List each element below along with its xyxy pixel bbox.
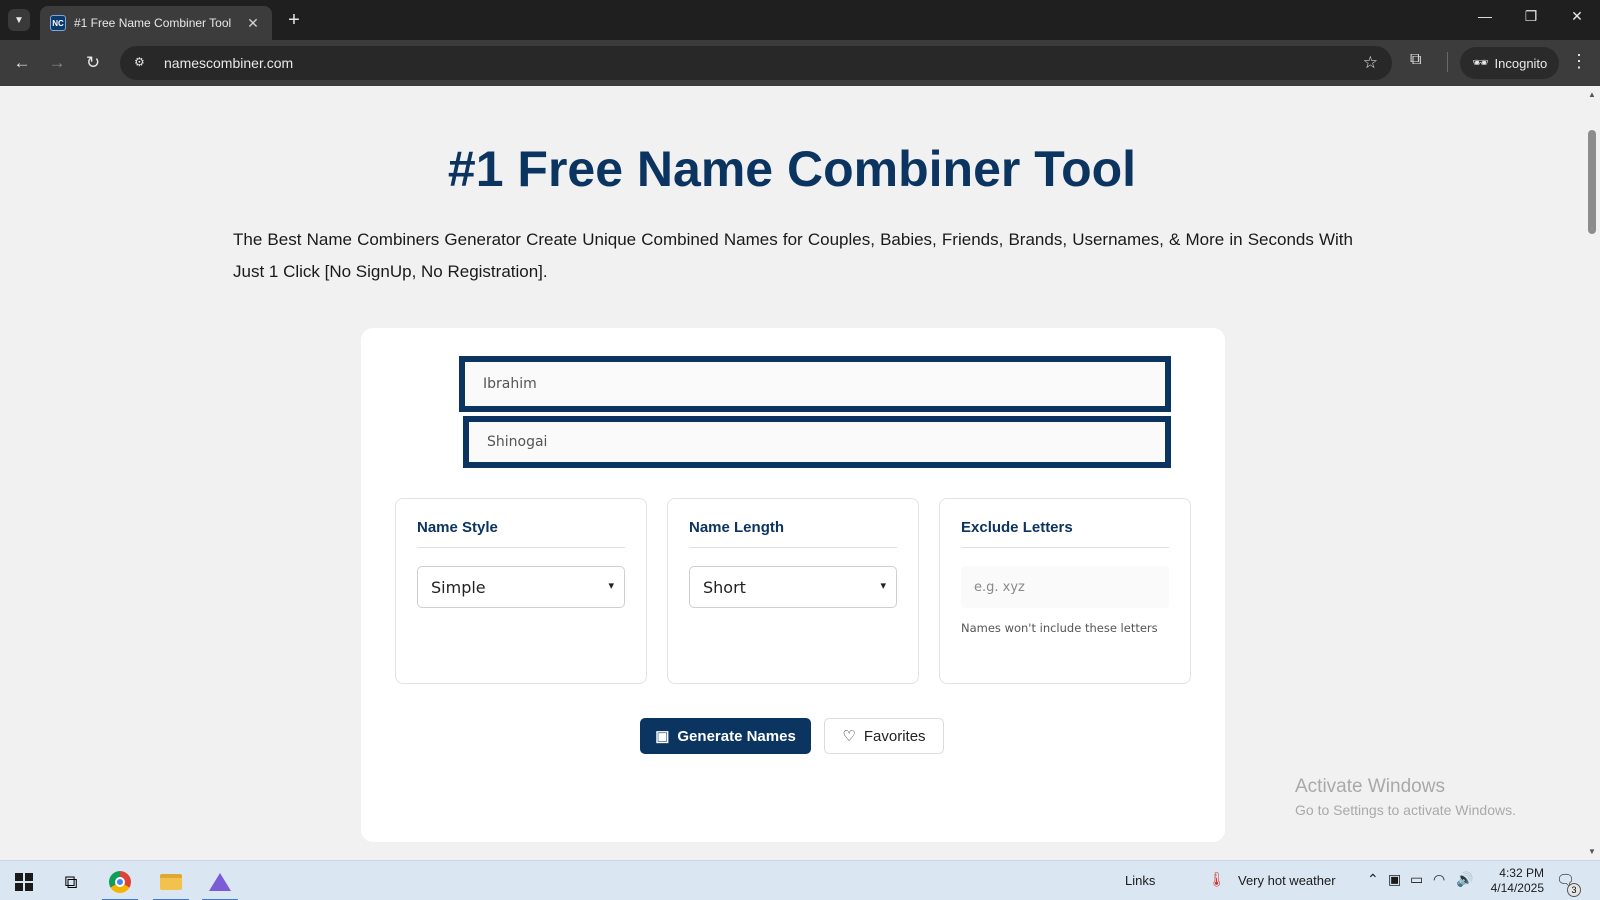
reload-icon[interactable]: ↻ <box>81 51 105 75</box>
scroll-thumb[interactable] <box>1588 130 1596 234</box>
page-title: #1 Free Name Combiner Tool <box>447 141 1137 197</box>
activate-windows-title: Activate Windows <box>1295 776 1445 797</box>
url-text[interactable]: namescombiner.com <box>164 55 1363 71</box>
name-style-label: Name Style <box>417 519 498 536</box>
back-arrow-icon[interactable]: ← <box>10 51 34 75</box>
links-toolbar[interactable]: Links <box>1125 873 1155 888</box>
site-favicon-icon: NC <box>50 15 66 31</box>
chevron-up-icon[interactable]: ⌃ <box>1367 871 1379 888</box>
divider <box>961 547 1169 548</box>
intro-paragraph: The Best Name Combiners Generator Create… <box>233 230 1353 281</box>
chevron-down-icon: ▾ <box>608 579 614 592</box>
favorites-button[interactable]: ♡ Favorites <box>824 718 944 754</box>
thermometer-icon: 🌡 <box>1208 871 1226 887</box>
generate-names-button[interactable]: ▣ Generate Names <box>640 718 811 754</box>
battery-icon[interactable]: ▭ <box>1410 871 1423 888</box>
exclude-letters-label: Exclude Letters <box>961 519 1073 536</box>
name-length-panel: Name Length Short ▾ <box>667 498 919 684</box>
name-style-panel: Name Style Simple ▾ <box>395 498 647 684</box>
combiner-card: Ibrahim Shinogai Name Style Simple ▾ Nam… <box>361 328 1225 842</box>
browser-toolbar: ← → ↻ ⚙ namescombiner.com ☆ ⧉ 🕶 Incognit… <box>0 40 1600 86</box>
address-bar[interactable]: ⚙ namescombiner.com ☆ <box>120 46 1392 80</box>
incognito-badge[interactable]: 🕶 Incognito <box>1460 47 1560 79</box>
first-name-input[interactable]: Ibrahim <box>459 356 1171 412</box>
clock-time: 4:32 PM <box>1499 866 1544 880</box>
activate-windows-subtitle: Go to Settings to activate Windows. <box>1295 802 1516 818</box>
generate-names-label: Generate Names <box>677 727 796 745</box>
divider <box>417 547 625 548</box>
new-tab-plus-icon[interactable]: + <box>282 8 306 32</box>
exclude-letters-input[interactable]: e.g. xyz <box>961 566 1169 608</box>
windows-start-icon[interactable] <box>4 867 44 897</box>
minimize-icon[interactable]: — <box>1473 8 1497 24</box>
second-name-input[interactable]: Shinogai <box>463 416 1171 468</box>
task-view-icon[interactable]: ⧉ <box>51 867 91 897</box>
scroll-down-icon[interactable]: ▼ <box>1588 847 1596 856</box>
photos-app-icon[interactable] <box>200 867 240 900</box>
file-explorer-icon[interactable] <box>151 867 191 900</box>
divider <box>689 547 897 548</box>
notification-count-badge: 3 <box>1567 883 1581 897</box>
meet-now-icon[interactable]: ▣ <box>1388 871 1401 888</box>
restore-icon[interactable]: ❐ <box>1519 8 1543 25</box>
incognito-label: Incognito <box>1494 55 1548 71</box>
clock-date: 4/14/2025 <box>1490 881 1544 895</box>
tab-close-icon[interactable]: ✕ <box>244 15 262 32</box>
exclude-letters-panel: Exclude Letters e.g. xyz Names won't inc… <box>939 498 1191 684</box>
favorites-label: Favorites <box>863 727 926 745</box>
browser-menu-icon[interactable]: ⋮ <box>1570 51 1588 72</box>
name-length-select[interactable]: Short ▾ <box>689 566 897 608</box>
windows-taskbar: ⧉ Links 🌡 Very hot weather ⌃ ▣ ▭ ◠ 🔊 4:3… <box>0 860 1600 900</box>
scroll-up-icon[interactable]: ▲ <box>1588 90 1596 99</box>
toolbar-divider <box>1447 52 1448 72</box>
weather-text[interactable]: Very hot weather <box>1238 873 1336 888</box>
chrome-taskbar-icon[interactable] <box>100 867 140 900</box>
volume-icon[interactable]: 🔊 <box>1456 871 1473 888</box>
page-viewport: #1 Free Name Combiner Tool The Best Name… <box>0 86 1584 860</box>
incognito-icon: 🕶 <box>1472 55 1489 70</box>
name-style-value: Simple <box>431 577 486 597</box>
browser-tabbar: ▼ NC #1 Free Name Combiner Tool ✕ + — ❐ … <box>0 0 1600 40</box>
forward-arrow-icon[interactable]: → <box>45 51 69 75</box>
magic-wand-icon: ▣ <box>655 728 670 745</box>
site-info-icon[interactable]: ⚙ <box>134 55 150 71</box>
name-length-label: Name Length <box>689 519 785 536</box>
tab-search-chevron-icon[interactable]: ▼ <box>8 9 30 31</box>
tab-title: #1 Free Name Combiner Tool <box>74 16 232 30</box>
heart-icon: ♡ <box>842 728 856 745</box>
system-clock[interactable]: 4:32 PM 4/14/2025 <box>1484 866 1544 896</box>
close-window-icon[interactable]: ✕ <box>1565 8 1589 25</box>
page-scrollbar[interactable]: ▲ ▼ <box>1584 86 1600 860</box>
extensions-puzzle-icon[interactable]: ⧉ <box>1410 51 1421 69</box>
chevron-down-icon: ▾ <box>880 579 886 592</box>
name-length-value: Short <box>703 577 746 597</box>
bookmark-star-icon[interactable]: ☆ <box>1363 53 1378 73</box>
browser-tab[interactable]: NC #1 Free Name Combiner Tool ✕ <box>40 6 272 40</box>
name-style-select[interactable]: Simple ▾ <box>417 566 625 608</box>
exclude-helper-text: Names won't include these letters <box>961 621 1158 635</box>
wifi-icon[interactable]: ◠ <box>1433 871 1445 888</box>
